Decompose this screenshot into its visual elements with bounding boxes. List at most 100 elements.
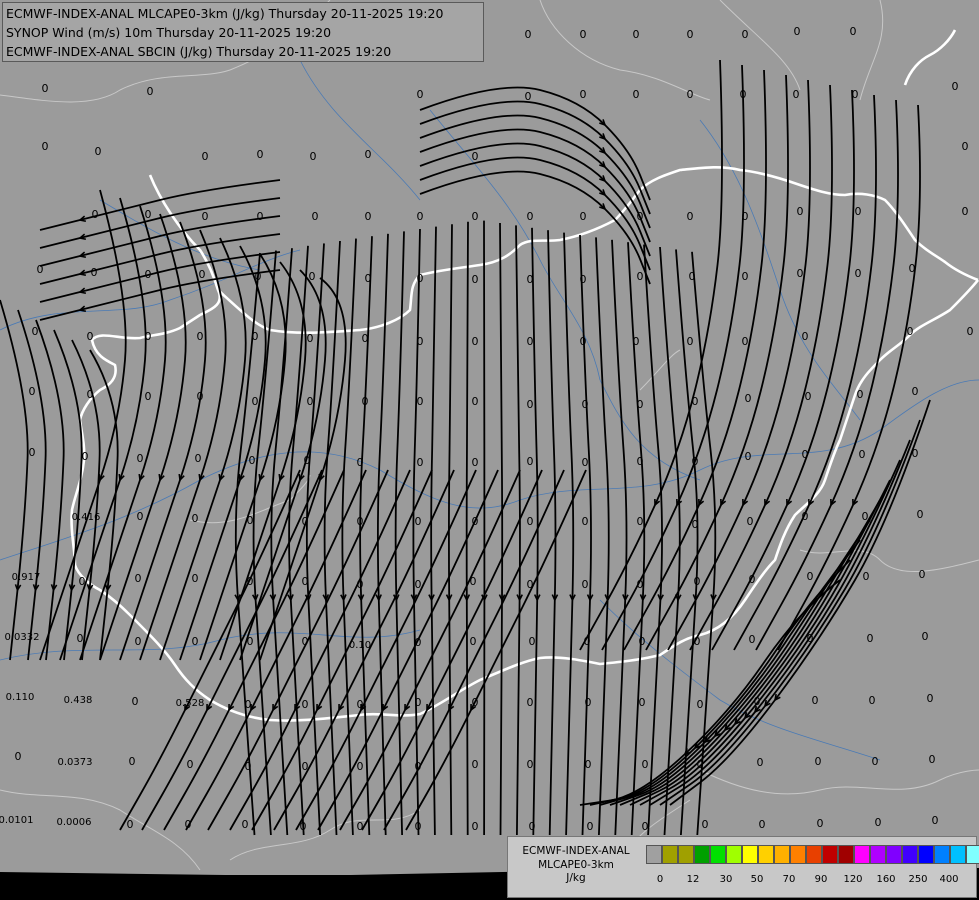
cape-value-label: 0: [192, 572, 199, 585]
cape-value-label: 0: [202, 210, 209, 223]
cape-value-label: 0: [639, 696, 646, 709]
cape-value-label: 0: [869, 694, 876, 707]
cape-value-label: 0: [302, 575, 309, 588]
legend-swatch: [886, 845, 902, 864]
cape-value-label: 0: [585, 758, 592, 771]
cape-value-label: 0: [852, 88, 859, 101]
cape-value-label: 0: [77, 632, 84, 645]
title-line-cin: ECMWF-INDEX-ANAL SBCIN (J/kg) Thursday 2…: [6, 44, 392, 59]
legend-title-unit: J/kg: [566, 872, 586, 884]
cape-value-label: 0: [912, 385, 919, 398]
cape-value-label: 0: [357, 760, 364, 773]
cape-value-label: 0: [357, 820, 364, 833]
cape-value-label: 0: [807, 632, 814, 645]
cape-value-label: 0: [145, 268, 152, 281]
legend-swatch: [694, 845, 710, 864]
legend-swatch: [758, 845, 774, 864]
cape-value-label: 0: [417, 395, 424, 408]
cape-value-label: 0: [929, 753, 936, 766]
color-legend: ECMWF-INDEX-ANAL MLCAPE0-3km J/kg 0 12 30 5…: [507, 836, 979, 898]
cape-value-label: 0.10: [349, 640, 371, 651]
cape-value-label: 0: [307, 332, 314, 345]
cape-value-label: 0: [472, 758, 479, 771]
cape-value-label: 0: [302, 760, 309, 773]
cape-value-label: 0: [247, 514, 254, 527]
cape-value-label: 0: [145, 208, 152, 221]
cape-value-label: 0: [310, 150, 317, 163]
cape-value-label: 0: [802, 448, 809, 461]
cape-value-label: 0: [863, 570, 870, 583]
cape-value-label: 0: [472, 335, 479, 348]
cape-value-label: 0: [302, 515, 309, 528]
cape-value-label: 0: [582, 456, 589, 469]
cape-value-label: 0: [135, 635, 142, 648]
cape-value-label: 0: [472, 515, 479, 528]
cape-value-label: 0: [855, 205, 862, 218]
cape-value-label: 0: [129, 755, 136, 768]
cape-value-label: 0: [15, 750, 22, 763]
legend-swatch: [966, 845, 979, 864]
legend-swatch: [742, 845, 758, 864]
cape-value-label: 0: [582, 398, 589, 411]
cape-value-label: 0: [580, 273, 587, 286]
cape-value-label: 0: [82, 450, 89, 463]
legend-tick-label: 90: [814, 874, 828, 885]
cape-value-label: 0: [702, 818, 709, 831]
legend-swatches: [646, 845, 979, 864]
cape-value-label: 0: [472, 820, 479, 833]
weather-map: 0 0 0 0 0 0 0 0 0 0 0 0 0 0 0 0 0 0 0 0 0 0 0 0 0.416 0.917 0.0332…: [0, 0, 979, 900]
cape-value-label: 0: [257, 210, 264, 223]
cape-value-label: 0: [527, 398, 534, 411]
cape-value-label: 0: [527, 696, 534, 709]
cape-value-label: 0: [417, 456, 424, 469]
cape-value-label: 0: [639, 635, 646, 648]
cape-value-label: 0: [357, 515, 364, 528]
cape-value-label: 0: [255, 270, 262, 283]
cape-value-label: 0: [357, 456, 364, 469]
legend-swatch: [870, 845, 886, 864]
legend-tick-label: 50: [750, 874, 764, 885]
cape-value-label: 0: [307, 395, 314, 408]
cape-value-label: 0: [967, 325, 974, 338]
cape-value-label: 0: [952, 80, 959, 93]
cape-value-label: 0: [817, 817, 824, 830]
cape-value-label: 0: [797, 267, 804, 280]
cape-value-label: 0: [247, 635, 254, 648]
cape-value-label: 0: [740, 88, 747, 101]
cape-value-label: 0: [472, 696, 479, 709]
cape-value-label: 0: [875, 816, 882, 829]
cape-value-label: 0: [694, 635, 701, 648]
cape-value-label: 0: [415, 696, 422, 709]
cape-value-label: 0: [742, 28, 749, 41]
cape-value-label: 0.917: [12, 572, 41, 583]
cape-value-label: 0: [797, 205, 804, 218]
cape-value-label: 0: [637, 210, 644, 223]
cape-value-label: 0: [32, 325, 39, 338]
cape-value-label: 0: [637, 398, 644, 411]
cape-value-label: 0: [472, 150, 479, 163]
cape-value-label: 0: [37, 263, 44, 276]
cape-value-label: 0: [95, 145, 102, 158]
cape-value-label: 0: [927, 692, 934, 705]
cape-value-label: 0: [527, 578, 534, 591]
cape-value-label: 0: [137, 452, 144, 465]
cape-value-label: 0: [525, 28, 532, 41]
cape-value-label: 0: [417, 335, 424, 348]
cape-value-label: 0: [249, 454, 256, 467]
cape-value-label: 0: [850, 25, 857, 38]
cape-value-label: 0: [580, 210, 587, 223]
cape-value-label: 0: [745, 392, 752, 405]
cape-value-label: 0: [195, 452, 202, 465]
cape-value-label: 0: [692, 518, 699, 531]
cape-value-label: 0: [689, 270, 696, 283]
cape-value-label: 0: [417, 272, 424, 285]
cape-value-label: 0: [907, 325, 914, 338]
cape-value-label: 0: [252, 395, 259, 408]
cape-value-label: 0: [29, 385, 36, 398]
cape-value-label: 0: [187, 758, 194, 771]
cape-value-label: 0: [302, 635, 309, 648]
legend-tick-label: 70: [782, 874, 796, 885]
cape-value-label: 0: [692, 455, 699, 468]
cape-value-label: 0.438: [64, 695, 93, 706]
cape-value-label: 0: [807, 570, 814, 583]
